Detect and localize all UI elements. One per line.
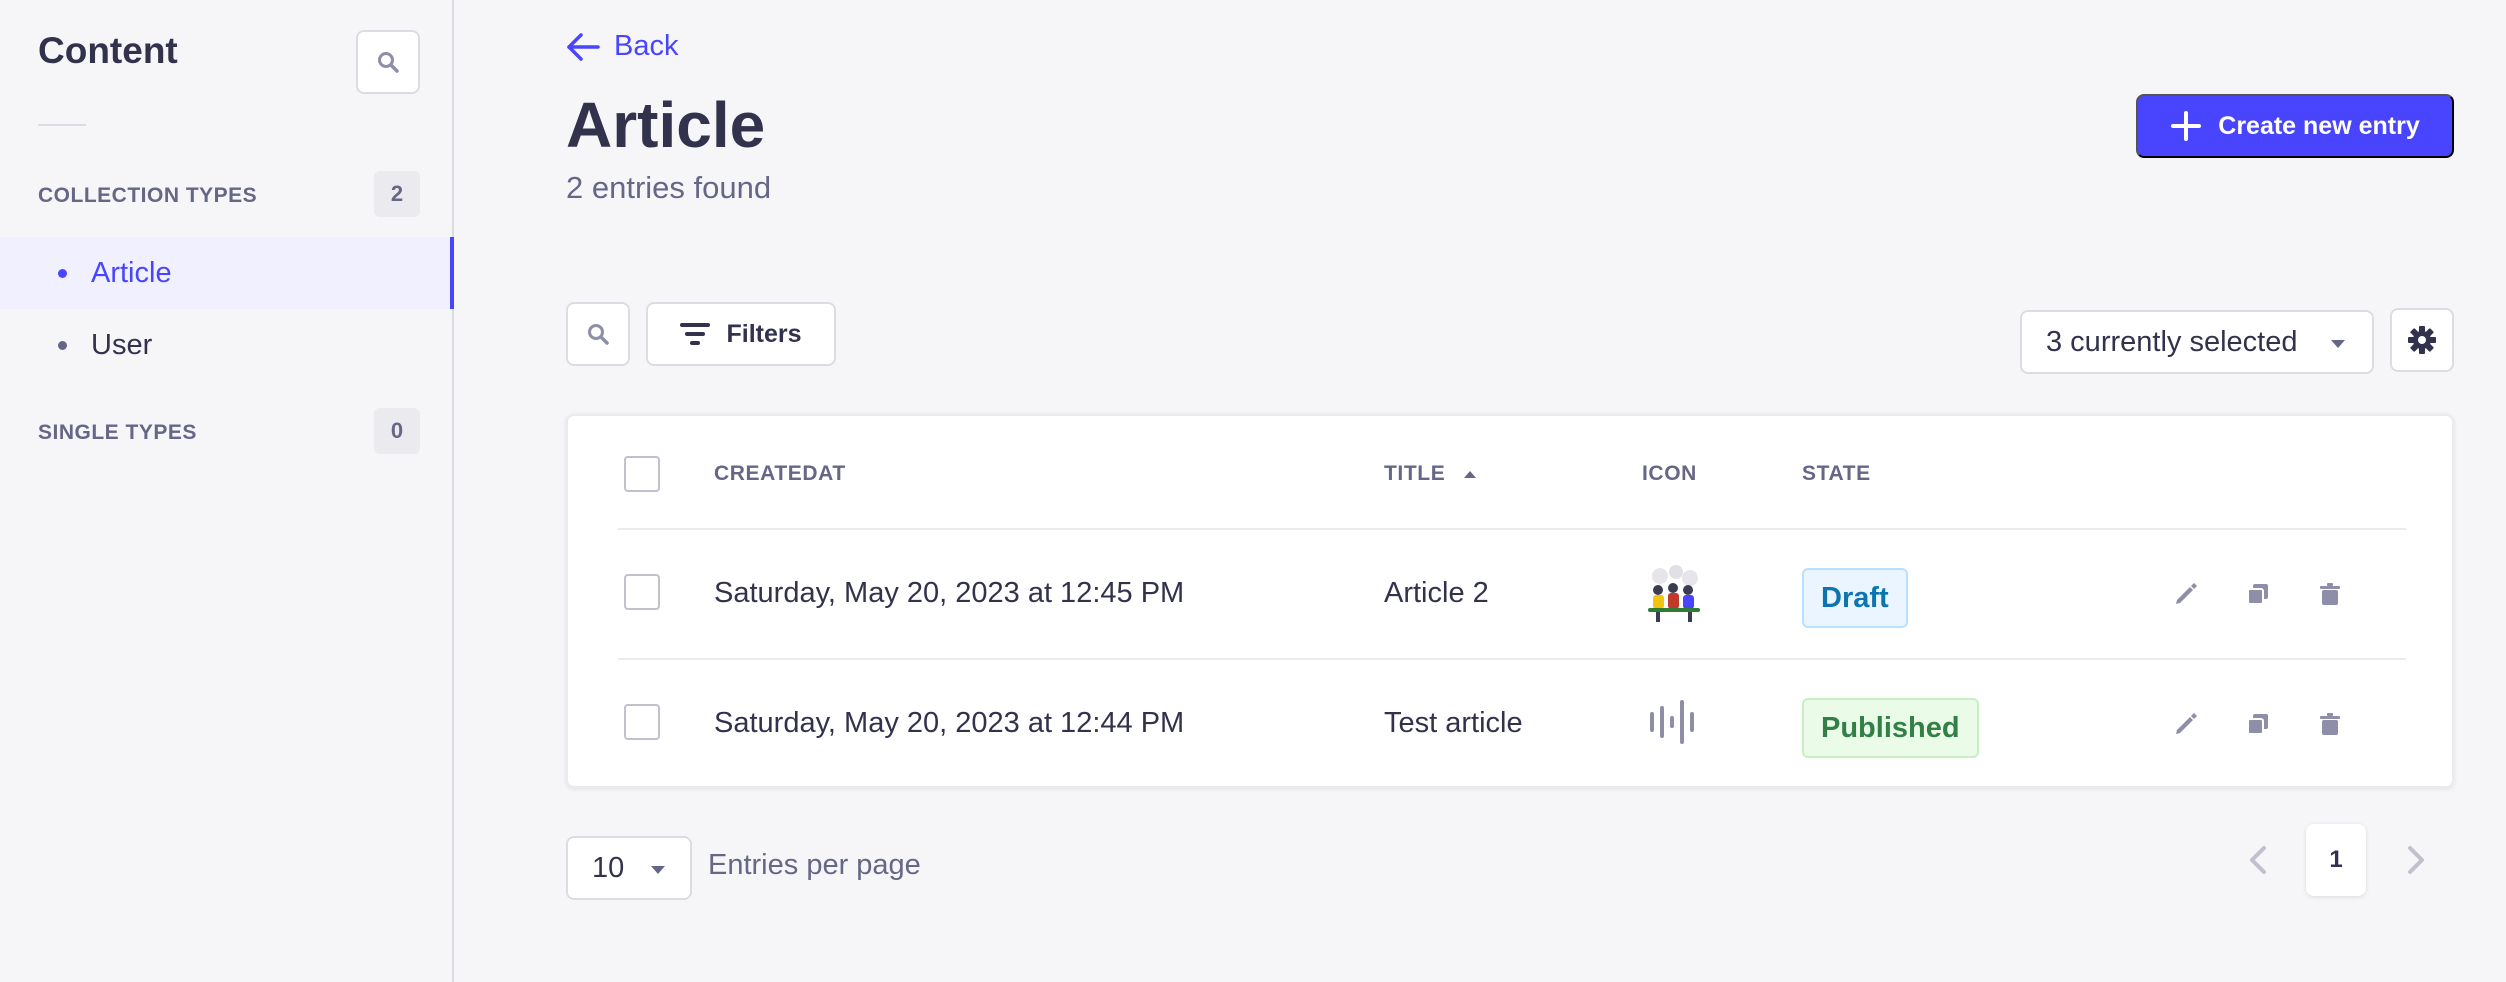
search-icon (588, 324, 609, 345)
trash-icon (2320, 713, 2340, 735)
back-link[interactable]: Back (566, 30, 678, 63)
cell-title: Article 2 (1384, 577, 1489, 609)
header-divider (618, 528, 2406, 530)
row-checkbox[interactable] (624, 704, 660, 740)
entries-per-page-select[interactable]: 10 (566, 836, 692, 900)
list-settings-button[interactable] (2390, 308, 2454, 372)
chevron-right-icon (2408, 846, 2424, 874)
search-icon (378, 52, 399, 73)
plus-icon (2171, 111, 2202, 141)
filters-button[interactable]: Filters (646, 302, 836, 366)
column-header-state[interactable]: STATE (1802, 462, 1871, 486)
columns-select[interactable]: 3 currently selected (2020, 310, 2374, 374)
sidebar-item-label: User (91, 328, 153, 361)
duplicate-button[interactable] (2240, 576, 2276, 612)
status-badge: Published (1802, 698, 1979, 758)
cell-createdat: Saturday, May 20, 2023 at 12:45 PM (714, 577, 1185, 609)
sort-ascending-icon (1464, 470, 1477, 478)
per-page-value: 10 (592, 851, 625, 884)
row-divider (618, 658, 2406, 660)
table-search-button[interactable] (566, 302, 630, 366)
next-page-button[interactable] (2396, 840, 2436, 880)
bullet-icon (58, 340, 67, 350)
gear-icon (2408, 326, 2436, 354)
page-button-current[interactable]: 1 (2306, 824, 2366, 896)
create-new-entry-button[interactable]: Create new entry (2136, 94, 2454, 158)
pencil-icon (2176, 583, 2197, 604)
arrow-left-icon (567, 32, 600, 61)
create-new-entry-label: Create new entry (2218, 111, 2420, 140)
bullet-icon (58, 268, 67, 278)
section-single-types: SINGLE TYPES (38, 421, 197, 444)
edit-button[interactable] (2168, 706, 2204, 742)
column-header-createdat[interactable]: CREATEDAT (714, 462, 846, 486)
sidebar-item-label: Article (91, 256, 172, 289)
columns-select-value: 3 currently selected (2046, 325, 2298, 358)
caret-down-icon (2331, 340, 2345, 348)
audio-file-icon (1650, 700, 1694, 744)
select-all-checkbox[interactable] (624, 456, 660, 492)
sidebar-title: Content (38, 30, 178, 71)
back-label: Back (614, 30, 679, 62)
collection-types-count: 2 (374, 171, 420, 217)
duplicate-button[interactable] (2240, 706, 2276, 742)
duplicate-icon (2247, 584, 2268, 605)
illustration-thumbnail (1648, 565, 1700, 622)
filters-label: Filters (726, 319, 802, 348)
sidebar-item-user[interactable]: User (0, 309, 454, 381)
column-header-icon[interactable]: ICON (1642, 462, 1697, 486)
cell-title: Test article (1384, 707, 1523, 739)
previous-page-button[interactable] (2238, 840, 2278, 880)
delete-button[interactable] (2312, 576, 2348, 612)
entries-per-page-label: Entries per page (708, 849, 921, 881)
content-sidebar: Content COLLECTION TYPES 2 Article User … (0, 0, 454, 982)
entries-table: CREATEDAT TITLE ICON STATE Saturday, May… (566, 414, 2454, 788)
entries-count: 2 entries found (566, 170, 772, 205)
sidebar-item-article[interactable]: Article (0, 237, 454, 309)
pencil-icon (2176, 713, 2197, 734)
filter-icon (680, 323, 711, 345)
page-title: Article (566, 89, 766, 161)
trash-icon (2320, 583, 2340, 605)
section-collection-types: COLLECTION TYPES (38, 184, 258, 207)
status-badge: Draft (1802, 568, 1908, 628)
column-header-title[interactable]: TITLE (1384, 462, 1477, 486)
cell-createdat: Saturday, May 20, 2023 at 12:44 PM (714, 707, 1185, 739)
sidebar-search-button[interactable] (356, 30, 420, 94)
duplicate-icon (2247, 714, 2268, 735)
single-types-count: 0 (374, 408, 420, 454)
sidebar-divider (38, 124, 86, 126)
chevron-left-icon (2250, 846, 2266, 874)
caret-down-icon (651, 866, 665, 874)
edit-button[interactable] (2168, 576, 2204, 612)
delete-button[interactable] (2312, 706, 2348, 742)
row-checkbox[interactable] (624, 574, 660, 610)
